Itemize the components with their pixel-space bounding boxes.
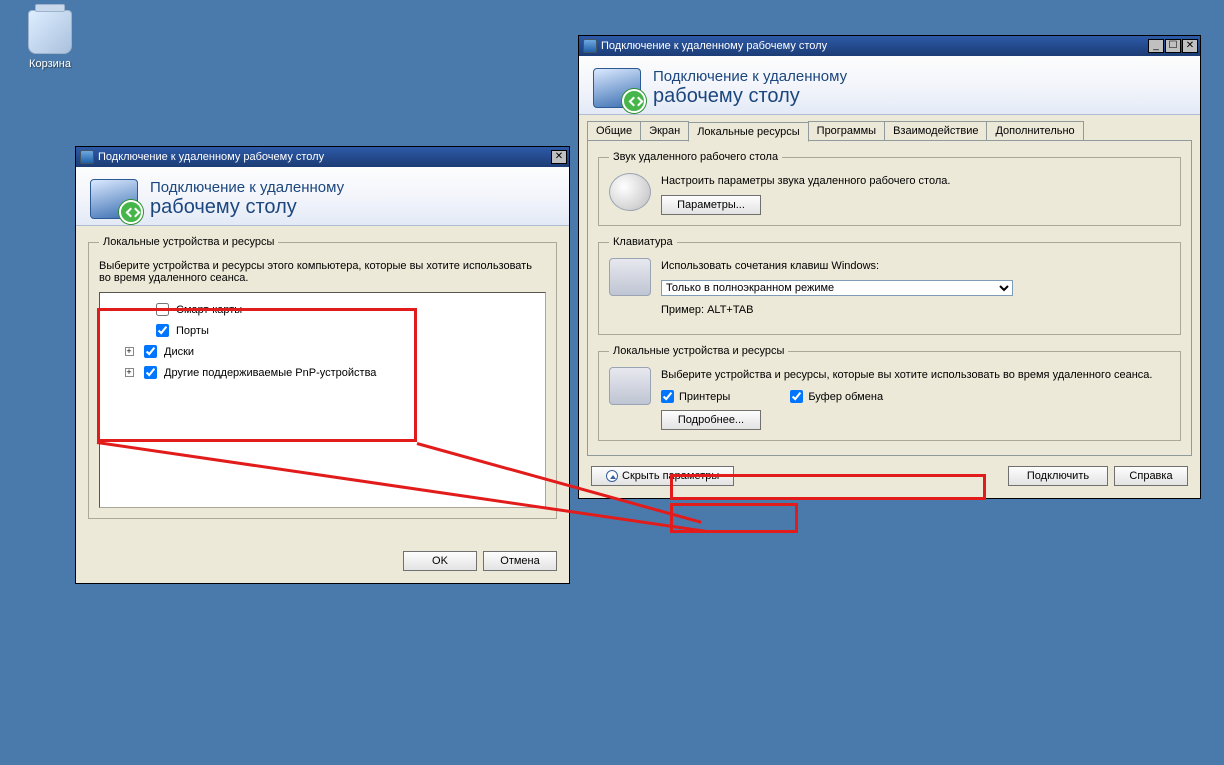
tab-strip: Общие Экран Локальные ресурсы Программы … — [579, 115, 1200, 140]
banner: Подключение к удаленному рабочему столу — [76, 167, 569, 226]
keyboard-group: Клавиатура Использовать сочетания клавиш… — [598, 236, 1181, 335]
connect-button[interactable]: Подключить — [1008, 466, 1108, 486]
tree-item-smartcards[interactable]: Смарт-карты — [108, 299, 537, 320]
printer-icon — [609, 367, 651, 405]
banner-line-2: рабочему столу — [653, 85, 847, 108]
keyboard-text: Использовать сочетания клавиш Windows: — [661, 260, 1170, 272]
tree-item-pnp[interactable]: + Другие поддерживаемые PnP-устройства — [108, 362, 537, 383]
checkbox-printers-row[interactable]: Принтеры — [661, 389, 730, 404]
recycle-bin[interactable]: Корзина — [20, 10, 80, 70]
keyboard-combo[interactable]: Только в полноэкранном режиме — [661, 280, 1013, 296]
banner: Подключение к удаленному рабочему столу — [579, 56, 1200, 115]
cancel-button[interactable]: Отмена — [483, 551, 557, 571]
keyboard-icon — [609, 258, 651, 296]
maximize-button[interactable]: ☐ — [1165, 39, 1181, 53]
window-title: Подключение к удаленному рабочему столу — [601, 40, 1148, 52]
checkbox-printers[interactable] — [661, 390, 674, 403]
tab-programs[interactable]: Программы — [808, 121, 885, 140]
checkbox-pnp[interactable] — [144, 366, 157, 379]
ok-button[interactable]: OK — [403, 551, 477, 571]
local-text: Выберите устройства и ресурсы, которые в… — [661, 369, 1170, 381]
local-legend: Локальные устройства и ресурсы — [609, 345, 788, 357]
tab-general[interactable]: Общие — [587, 121, 641, 140]
rdp-main-dialog: Подключение к удаленному рабочему столу … — [578, 35, 1201, 499]
rdp-monitor-icon — [593, 68, 641, 108]
tab-advanced[interactable]: Дополнительно — [986, 121, 1083, 140]
checkbox-clipboard-row[interactable]: Буфер обмена — [790, 389, 883, 404]
app-icon — [80, 150, 94, 164]
tree-item-drives[interactable]: + Диски — [108, 341, 537, 362]
titlebar[interactable]: Подключение к удаленному рабочему столу … — [579, 36, 1200, 56]
trash-icon — [28, 10, 72, 54]
expand-icon[interactable]: + — [125, 347, 134, 356]
keyboard-legend: Клавиатура — [609, 236, 677, 248]
more-devices-button[interactable]: Подробнее... — [661, 410, 761, 430]
banner-line-1: Подключение к удаленному — [150, 179, 344, 196]
close-button[interactable]: ✕ — [1182, 39, 1198, 53]
app-icon — [583, 39, 597, 53]
audio-legend: Звук удаленного рабочего стола — [609, 151, 782, 163]
checkbox-clipboard[interactable] — [790, 390, 803, 403]
checkbox-smartcards[interactable] — [156, 303, 169, 316]
tab-experience[interactable]: Взаимодействие — [884, 121, 987, 140]
audio-group: Звук удаленного рабочего стола Настроить… — [598, 151, 1181, 226]
checkbox-ports[interactable] — [156, 324, 169, 337]
banner-line-2: рабочему столу — [150, 196, 344, 219]
speaker-icon — [609, 173, 651, 211]
tab-display[interactable]: Экран — [640, 121, 689, 140]
group-legend: Локальные устройства и ресурсы — [99, 236, 278, 248]
rdp-more-devices-dialog: Подключение к удаленному рабочему столу … — [75, 146, 570, 584]
audio-text: Настроить параметры звука удаленного раб… — [661, 175, 1170, 187]
audio-settings-button[interactable]: Параметры... — [661, 195, 761, 215]
minimize-button[interactable]: _ — [1148, 39, 1164, 53]
chevron-up-icon — [606, 470, 618, 482]
checkbox-drives[interactable] — [144, 345, 157, 358]
titlebar[interactable]: Подключение к удаленному рабочему столу … — [76, 147, 569, 167]
hide-options-button[interactable]: Скрыть параметры — [591, 466, 734, 486]
expand-icon[interactable]: + — [125, 368, 134, 377]
tab-local-resources[interactable]: Локальные ресурсы — [688, 122, 808, 142]
recycle-bin-label: Корзина — [29, 58, 71, 70]
window-title: Подключение к удаленному рабочему столу — [98, 151, 551, 163]
keyboard-example: Пример: ALT+TAB — [661, 304, 1170, 316]
help-button[interactable]: Справка — [1114, 466, 1188, 486]
rdp-monitor-icon — [90, 179, 138, 219]
tab-panel-local-resources: Звук удаленного рабочего стола Настроить… — [587, 140, 1192, 456]
close-button[interactable]: ✕ — [551, 150, 567, 164]
group-description: Выберите устройства и ресурсы этого комп… — [99, 260, 546, 284]
local-devices-group: Локальные устройства и ресурсы Выберите … — [598, 345, 1181, 441]
tree-item-ports[interactable]: Порты — [108, 320, 537, 341]
banner-line-1: Подключение к удаленному — [653, 68, 847, 85]
